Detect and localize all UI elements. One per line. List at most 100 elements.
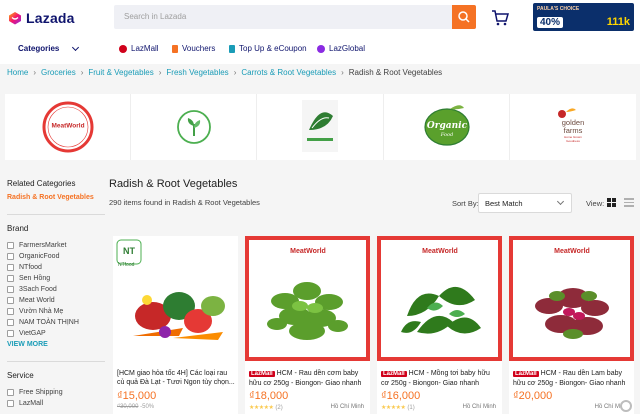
checkbox[interactable]: [7, 286, 14, 293]
brand-filter-option[interactable]: FarmersMarket: [7, 242, 66, 249]
product-price: ₫20,000: [513, 390, 553, 402]
sort-select[interactable]: Best Match: [478, 193, 572, 213]
product-name[interactable]: LazMall HCM - Rau dền Lam baby hữu cơ 250…: [513, 369, 631, 387]
checkbox[interactable]: [7, 253, 14, 260]
checkbox[interactable]: [7, 319, 14, 326]
brand-option-label: FarmersMarket: [19, 242, 67, 249]
brand-filter-option[interactable]: OrganicFood: [7, 253, 59, 260]
promo-discount: 40%: [537, 17, 564, 28]
meatworld-tag: MeatWorld: [539, 242, 605, 257]
product-name[interactable]: LazMall HCM - Mồng tơi baby hữu cơ 250g -…: [381, 369, 499, 387]
promo-brand: PAULA'S CHOICE: [537, 6, 580, 12]
product-price: ₫16,000: [381, 390, 421, 402]
sort-by-label: Sort By:: [452, 199, 479, 208]
rating-count: (1): [407, 405, 415, 411]
breadcrumb-home[interactable]: Home: [7, 68, 28, 77]
product-name[interactable]: LazMall HCM - Rau dền cơm baby hữu cơ 250…: [249, 369, 367, 387]
search-icon: [458, 11, 470, 23]
search-input[interactable]: Search in Lazada: [124, 12, 186, 21]
meatworld-logo-icon: MeatWorld: [422, 248, 458, 255]
chevron-right-icon: ›: [80, 68, 84, 77]
brand-option-label: 3Sach Food: [19, 286, 57, 293]
breadcrumb-carrots-root[interactable]: Carrots & Root Vegetables: [241, 68, 336, 77]
brand-filter-option[interactable]: NAM TOÀN THỊNH: [7, 319, 79, 326]
view-more-link[interactable]: VIEW MORE: [7, 341, 48, 348]
brand-golden-farms[interactable]: golden farms Home Grown Goodness: [510, 94, 636, 160]
search-button[interactable]: [452, 5, 476, 29]
list-view-icon[interactable]: [624, 198, 634, 207]
promo-banner[interactable]: PAULA'S CHOICE 40% 111k: [533, 3, 634, 31]
settings-gear-icon[interactable]: [620, 400, 632, 412]
svg-text:MeatWorld: MeatWorld: [51, 123, 84, 130]
nav-lazglobal[interactable]: LazGlobal: [317, 44, 365, 53]
chevron-down-icon: [556, 197, 565, 206]
service-option-label: Free Shipping: [19, 389, 63, 396]
breadcrumb-fresh-vegetables[interactable]: Fresh Vegetables: [166, 68, 228, 77]
checkbox[interactable]: [7, 297, 14, 304]
brand-meatworld[interactable]: MeatWorld: [5, 94, 132, 160]
search-bar[interactable]: Search in Lazada: [114, 5, 476, 29]
lazada-logo[interactable]: Lazada: [7, 10, 75, 26]
brand-filter-option[interactable]: Meat World: [7, 297, 55, 304]
nav-vouchers-label: Vouchers: [182, 44, 216, 53]
product-name[interactable]: [HCM giao hỏa tốc 4H] Các loại rau củ qu…: [117, 369, 235, 387]
brand-farm[interactable]: [257, 94, 384, 160]
chevron-right-icon: ›: [233, 68, 237, 77]
checkbox[interactable]: [7, 275, 14, 282]
nav-topup[interactable]: Top Up & eCoupon: [229, 44, 307, 53]
vegetables-image: NT: [113, 236, 238, 361]
sidebar-divider: [7, 361, 105, 362]
brand-option-label: Sen Hồng: [19, 275, 51, 282]
brand-filter-option[interactable]: Vườn Nhà Mẹ: [7, 308, 63, 315]
brand-filter-option[interactable]: Sen Hồng: [7, 275, 50, 282]
lazmall-badge: LazMall: [513, 371, 539, 377]
original-price: ₫30,000 -50%: [117, 404, 154, 410]
product-image[interactable]: MeatWorld: [509, 236, 634, 361]
product-card[interactable]: MeatWorld LazMall HCM - Mồng tơi baby hữu…: [377, 236, 502, 414]
product-card[interactable]: NT NTfood [HCM giao hỏa tốc 4H] Các loại…: [113, 236, 238, 414]
svg-text:farms: farms: [563, 126, 582, 135]
checkbox[interactable]: [7, 264, 14, 271]
breadcrumb-current: Radish & Root Vegetables: [348, 68, 443, 77]
service-filter-option[interactable]: LazMall: [7, 400, 43, 407]
brand-filter-option[interactable]: 3Sach Food: [7, 286, 57, 293]
product-image[interactable]: MeatWorld: [245, 236, 370, 361]
lazmall-badge: LazMall: [249, 371, 275, 377]
nav-lazmall-label: LazMall: [131, 44, 159, 53]
svg-text:Organic: Organic: [426, 121, 467, 131]
breadcrumb-groceries[interactable]: Groceries: [41, 68, 76, 77]
grid-view-icon[interactable]: [607, 198, 616, 207]
cart-icon[interactable]: [491, 9, 509, 27]
breadcrumb: Home › Groceries › Fruit & Vegetables › …: [7, 68, 442, 77]
checkbox[interactable]: [7, 308, 14, 315]
brand-filter-option[interactable]: VietGAP: [7, 330, 46, 337]
page-title: Radish & Root Vegetables: [109, 178, 238, 190]
product-image[interactable]: MeatWorld: [377, 236, 502, 361]
checkbox[interactable]: [7, 330, 14, 337]
product-card[interactable]: MeatWorld LazMall HCM - Rau dền Lam baby …: [509, 236, 634, 414]
lazmall-icon: [119, 44, 127, 53]
product-card[interactable]: MeatWorld LazMall HCM - Rau dền cơm baby …: [245, 236, 370, 414]
nav-vouchers[interactable]: Vouchers: [172, 44, 215, 53]
related-category-selected[interactable]: Radish & Root Vegetables: [7, 194, 94, 201]
brand-strip: MeatWorld Organic Food golden farms Home…: [5, 94, 636, 160]
phone-icon: [229, 44, 235, 53]
service-filter-option[interactable]: Free Shipping: [7, 389, 63, 396]
voucher-icon: [172, 44, 178, 53]
checkbox[interactable]: [7, 389, 14, 396]
categories-dropdown[interactable]: Categories: [18, 43, 80, 53]
brand-option-label: Vườn Nhà Mẹ: [19, 308, 64, 315]
checkbox[interactable]: [7, 400, 14, 407]
nav-lazmall[interactable]: LazMall: [119, 44, 159, 53]
brand-leaf[interactable]: [131, 94, 258, 160]
breadcrumb-fruit-vegetables[interactable]: Fruit & Vegetables: [88, 68, 153, 77]
checkbox[interactable]: [7, 242, 14, 249]
brand-organic-food[interactable]: Organic Food: [384, 94, 510, 160]
rating-count: (2): [275, 405, 283, 411]
brand-option-label: Meat World: [19, 297, 55, 304]
meatworld-logo-icon: MeatWorld: [554, 248, 590, 255]
svg-text:Goodness: Goodness: [566, 139, 580, 143]
chevron-right-icon: ›: [158, 68, 162, 77]
brand-filter-option[interactable]: NTfood: [7, 264, 42, 271]
product-image[interactable]: NT NTfood: [113, 236, 238, 361]
